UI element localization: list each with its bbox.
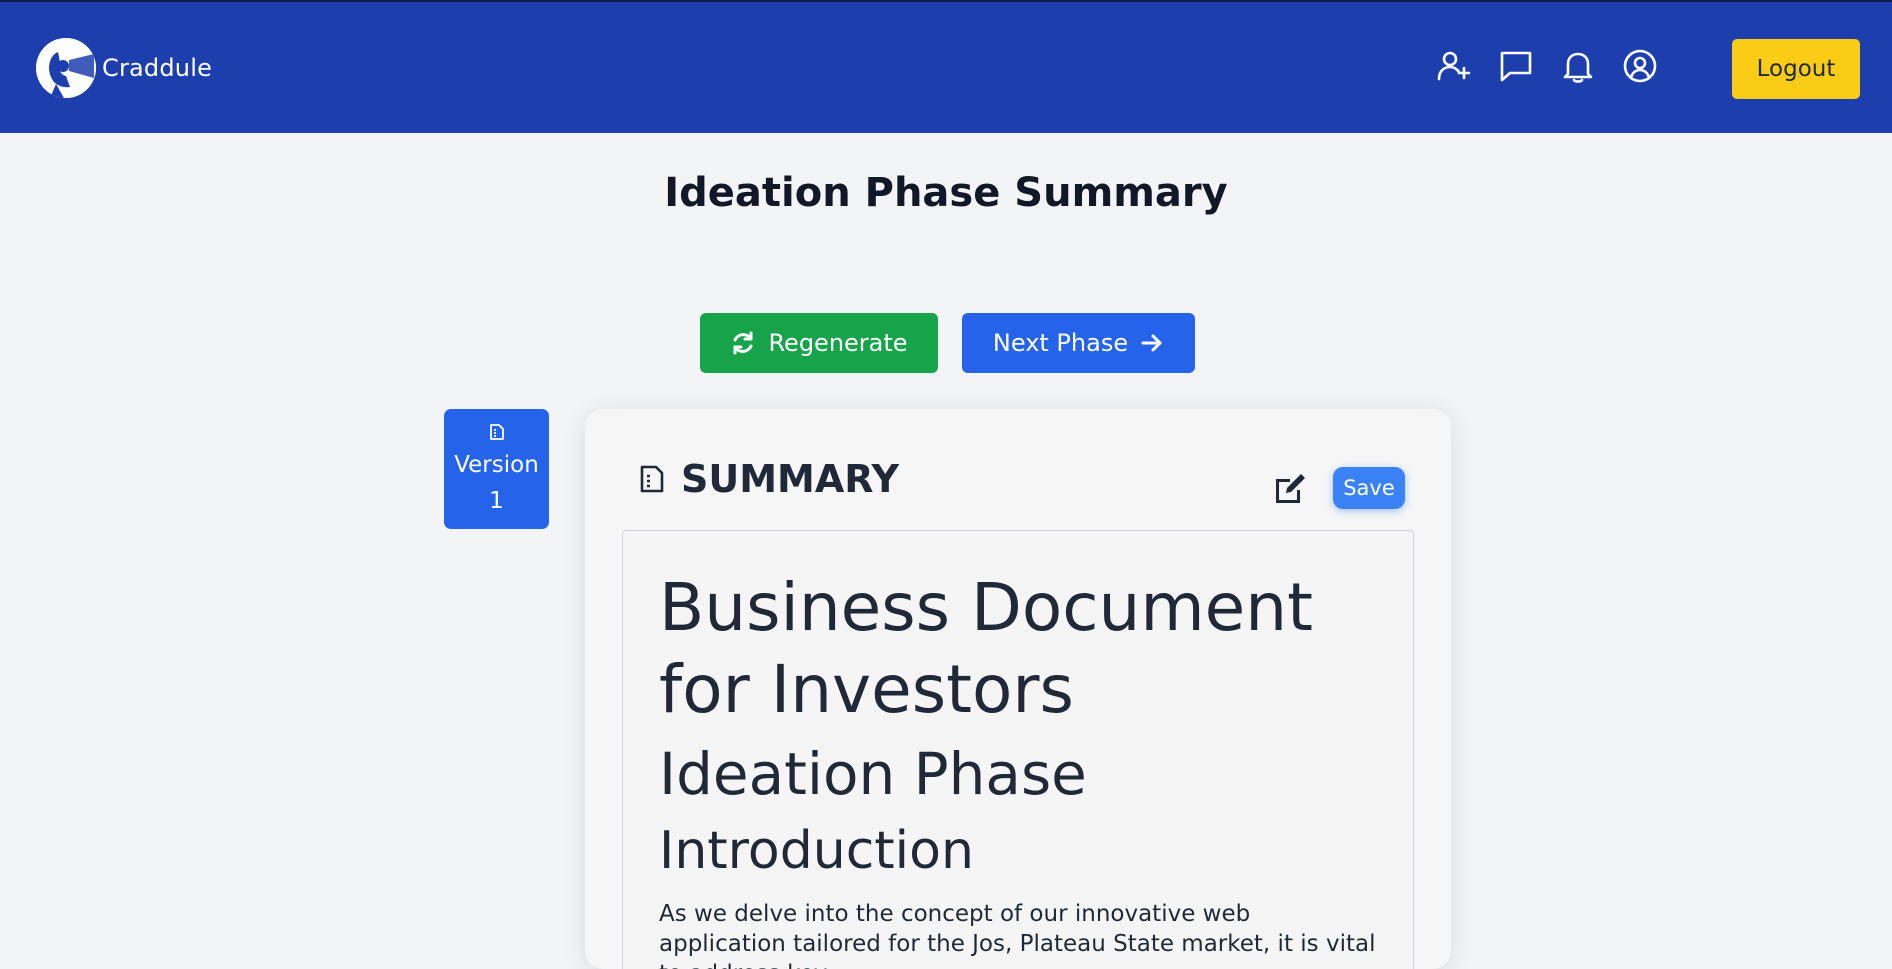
account-icon[interactable]: [1622, 48, 1658, 84]
document-phase-heading: Ideation Phase: [659, 740, 1087, 808]
brand-name: Craddule: [102, 54, 213, 82]
document-section-heading: Introduction: [659, 821, 974, 881]
document-icon: [640, 465, 664, 493]
next-phase-button[interactable]: Next Phase: [962, 313, 1195, 373]
header-icon-group: [1436, 48, 1658, 84]
page-title: Ideation Phase Summary: [664, 170, 1228, 216]
summary-header: SUMMARY: [637, 457, 899, 501]
refresh-icon: [733, 331, 753, 355]
save-button[interactable]: Save: [1333, 467, 1405, 509]
document-title: Business Document for Investors: [659, 569, 1313, 728]
bell-icon[interactable]: [1560, 48, 1596, 84]
brand[interactable]: Craddule: [36, 38, 212, 98]
summary-panel: SUMMARY Save Business Document for Inves…: [585, 409, 1451, 969]
chat-icon[interactable]: [1498, 48, 1534, 84]
add-user-icon[interactable]: [1436, 48, 1472, 84]
logout-button[interactable]: Logout: [1732, 39, 1860, 99]
document-icon: [489, 424, 504, 440]
summary-document-editor[interactable]: Business Document for Investors Ideation…: [622, 530, 1414, 969]
next-phase-label: Next Phase: [992, 329, 1129, 357]
document-paragraph: As we delve into the concept of our inno…: [659, 901, 1376, 969]
version-number: 1: [489, 488, 504, 514]
arrow-right-icon: [1141, 334, 1162, 352]
summary-heading: SUMMARY: [681, 457, 899, 501]
version-label: Version: [454, 452, 539, 478]
top-navbar: Craddule Logout: [0, 0, 1892, 133]
craddule-logo: [36, 38, 96, 98]
regenerate-button[interactable]: Regenerate: [700, 313, 938, 373]
edit-icon[interactable]: [1270, 469, 1310, 509]
page-title-wrap: Ideation Phase Summary: [0, 170, 1892, 216]
regenerate-label: Regenerate: [768, 329, 908, 357]
version-1-card[interactable]: Version 1: [444, 409, 549, 529]
